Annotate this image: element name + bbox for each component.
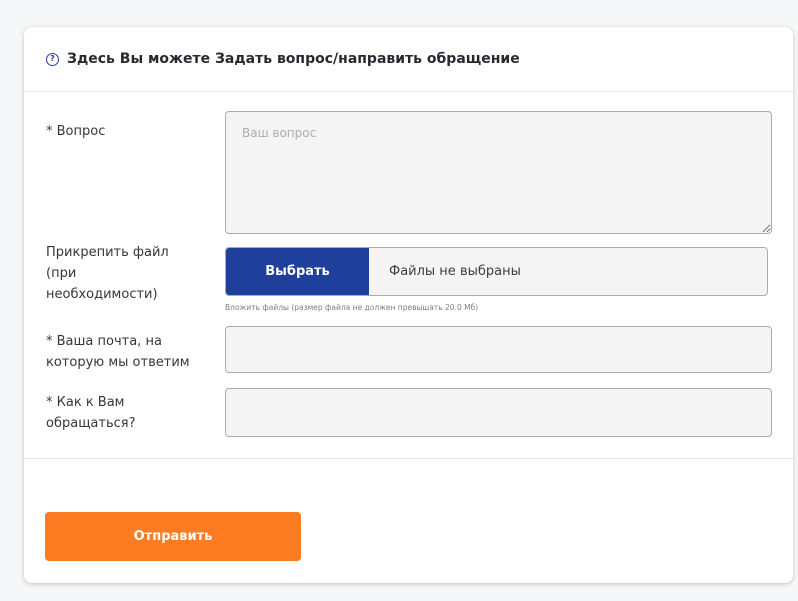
submit-button[interactable]: Отправить <box>45 512 301 561</box>
form-title: Здесь Вы можете Задать вопрос/направить … <box>67 51 520 67</box>
question-form-card: ? Здесь Вы можете Задать вопрос/направит… <box>24 27 793 583</box>
choose-file-button[interactable]: Выбрать <box>226 248 369 295</box>
attachment-label: Прикрепить файл (при необходимости) <box>46 245 169 302</box>
email-field[interactable] <box>225 326 772 373</box>
question-label: * Вопрос <box>46 124 106 139</box>
file-status-text: Файлы не выбраны <box>389 264 521 279</box>
name-field[interactable] <box>225 388 772 437</box>
email-label: * Ваша почта, на которую мы ответим <box>46 334 190 370</box>
file-input[interactable]: Выбрать Файлы не выбраны <box>225 247 768 296</box>
question-circle-icon: ? <box>46 52 59 66</box>
file-size-hint: Вложить файлы (размер файла не должен пр… <box>225 303 479 312</box>
question-textarea[interactable] <box>225 111 772 234</box>
name-label: * Как к Вам обращаться? <box>46 395 136 431</box>
form-header: ? Здесь Вы можете Задать вопрос/направит… <box>24 27 793 92</box>
form-divider <box>24 458 793 459</box>
